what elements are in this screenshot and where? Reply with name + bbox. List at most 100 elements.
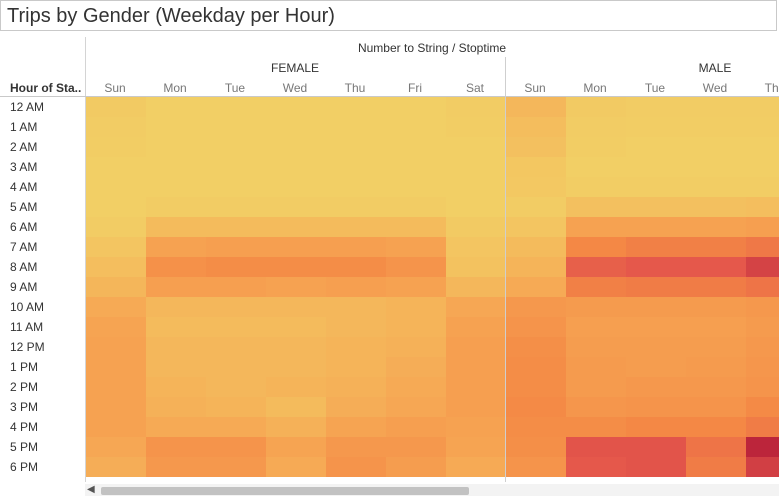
heatmap-cell[interactable]	[86, 317, 146, 337]
heatmap-cell[interactable]	[146, 377, 206, 397]
heatmap-cell[interactable]	[386, 337, 446, 357]
heatmap-cell[interactable]	[146, 417, 206, 437]
heatmap-cell[interactable]	[206, 157, 266, 177]
heatmap-cell[interactable]	[566, 257, 626, 277]
heatmap-cell[interactable]	[626, 117, 686, 137]
heatmap-cell[interactable]	[146, 157, 206, 177]
heatmap-cell[interactable]	[326, 457, 386, 477]
heatmap-cell[interactable]	[266, 157, 326, 177]
heatmap-cell[interactable]	[206, 117, 266, 137]
heatmap-cell[interactable]	[206, 437, 266, 457]
heatmap-cell[interactable]	[86, 197, 146, 217]
heatmap-cell[interactable]	[206, 277, 266, 297]
heatmap-cell[interactable]	[446, 337, 506, 357]
heatmap-cell[interactable]	[266, 197, 326, 217]
heatmap-cell[interactable]	[506, 417, 566, 437]
heatmap-cell[interactable]	[566, 157, 626, 177]
heatmap-cell[interactable]	[566, 457, 626, 477]
heatmap-cell[interactable]	[626, 277, 686, 297]
heatmap-cell[interactable]	[746, 457, 779, 477]
heatmap-cell[interactable]	[386, 257, 446, 277]
heatmap-cell[interactable]	[386, 217, 446, 237]
heatmap-cell[interactable]	[746, 277, 779, 297]
heatmap-cell[interactable]	[566, 437, 626, 457]
heatmap-cell[interactable]	[446, 297, 506, 317]
heatmap-cell[interactable]	[746, 357, 779, 377]
heatmap-cell[interactable]	[266, 97, 326, 117]
heatmap-cell[interactable]	[566, 337, 626, 357]
heatmap-cell[interactable]	[86, 297, 146, 317]
heatmap-cell[interactable]	[326, 117, 386, 137]
heatmap-cell[interactable]	[206, 197, 266, 217]
heatmap-cell[interactable]	[386, 397, 446, 417]
heatmap-cell[interactable]	[386, 177, 446, 197]
heatmap-cell[interactable]	[326, 317, 386, 337]
heatmap-cell[interactable]	[206, 257, 266, 277]
heatmap-cell[interactable]	[146, 457, 206, 477]
heatmap-cell[interactable]	[686, 457, 746, 477]
heatmap-cell[interactable]	[146, 197, 206, 217]
heatmap-cell[interactable]	[266, 257, 326, 277]
heatmap-cell[interactable]	[686, 97, 746, 117]
heatmap-cell[interactable]	[326, 197, 386, 217]
heatmap-cell[interactable]	[206, 337, 266, 357]
heatmap-cell[interactable]	[506, 277, 566, 297]
heatmap-cell[interactable]	[326, 417, 386, 437]
heatmap-cell[interactable]	[686, 177, 746, 197]
heatmap-cell[interactable]	[746, 297, 779, 317]
heatmap-cell[interactable]	[206, 377, 266, 397]
heatmap-cell[interactable]	[506, 177, 566, 197]
heatmap-cell[interactable]	[686, 277, 746, 297]
heatmap-cell[interactable]	[86, 457, 146, 477]
heatmap-cell[interactable]	[266, 377, 326, 397]
heatmap-cell[interactable]	[446, 417, 506, 437]
heatmap-cell[interactable]	[506, 257, 566, 277]
heatmap-cell[interactable]	[386, 437, 446, 457]
heatmap-cell[interactable]	[746, 157, 779, 177]
heatmap-cell[interactable]	[446, 257, 506, 277]
heatmap-cell[interactable]	[746, 117, 779, 137]
heatmap-cell[interactable]	[266, 317, 326, 337]
heatmap-cell[interactable]	[626, 297, 686, 317]
heatmap-cell[interactable]	[626, 457, 686, 477]
heatmap-cell[interactable]	[446, 97, 506, 117]
heatmap-cell[interactable]	[206, 357, 266, 377]
heatmap-cell[interactable]	[746, 197, 779, 217]
heatmap-cell[interactable]	[506, 397, 566, 417]
heatmap-cell[interactable]	[386, 237, 446, 257]
heatmap-cell[interactable]	[626, 217, 686, 237]
heatmap-cell[interactable]	[566, 417, 626, 437]
heatmap-cell[interactable]	[746, 437, 779, 457]
heatmap-cell[interactable]	[626, 237, 686, 257]
heatmap-cell[interactable]	[326, 437, 386, 457]
heatmap-cell[interactable]	[266, 237, 326, 257]
heatmap-cell[interactable]	[386, 357, 446, 377]
heatmap-cell[interactable]	[686, 117, 746, 137]
heatmap-cell[interactable]	[746, 177, 779, 197]
heatmap-cell[interactable]	[386, 197, 446, 217]
heatmap-cell[interactable]	[146, 137, 206, 157]
heatmap-cell[interactable]	[626, 377, 686, 397]
heatmap-cell[interactable]	[686, 197, 746, 217]
heatmap-cell[interactable]	[626, 97, 686, 117]
heatmap-cell[interactable]	[146, 297, 206, 317]
heatmap-cell[interactable]	[626, 437, 686, 457]
heatmap-cell[interactable]	[146, 217, 206, 237]
heatmap-cell[interactable]	[686, 337, 746, 357]
heatmap-cell[interactable]	[566, 97, 626, 117]
heatmap-cell[interactable]	[686, 377, 746, 397]
heatmap-cell[interactable]	[266, 357, 326, 377]
heatmap-cell[interactable]	[86, 397, 146, 417]
heatmap-cell[interactable]	[746, 337, 779, 357]
heatmap-cell[interactable]	[326, 277, 386, 297]
heatmap-cell[interactable]	[566, 217, 626, 237]
heatmap-cell[interactable]	[446, 437, 506, 457]
heatmap-cell[interactable]	[506, 437, 566, 457]
heatmap-cell[interactable]	[206, 417, 266, 437]
heatmap-cell[interactable]	[146, 277, 206, 297]
heatmap-cell[interactable]	[686, 217, 746, 237]
heatmap-cell[interactable]	[626, 357, 686, 377]
heatmap-cell[interactable]	[386, 277, 446, 297]
heatmap-cell[interactable]	[146, 337, 206, 357]
heatmap-cell[interactable]	[506, 157, 566, 177]
